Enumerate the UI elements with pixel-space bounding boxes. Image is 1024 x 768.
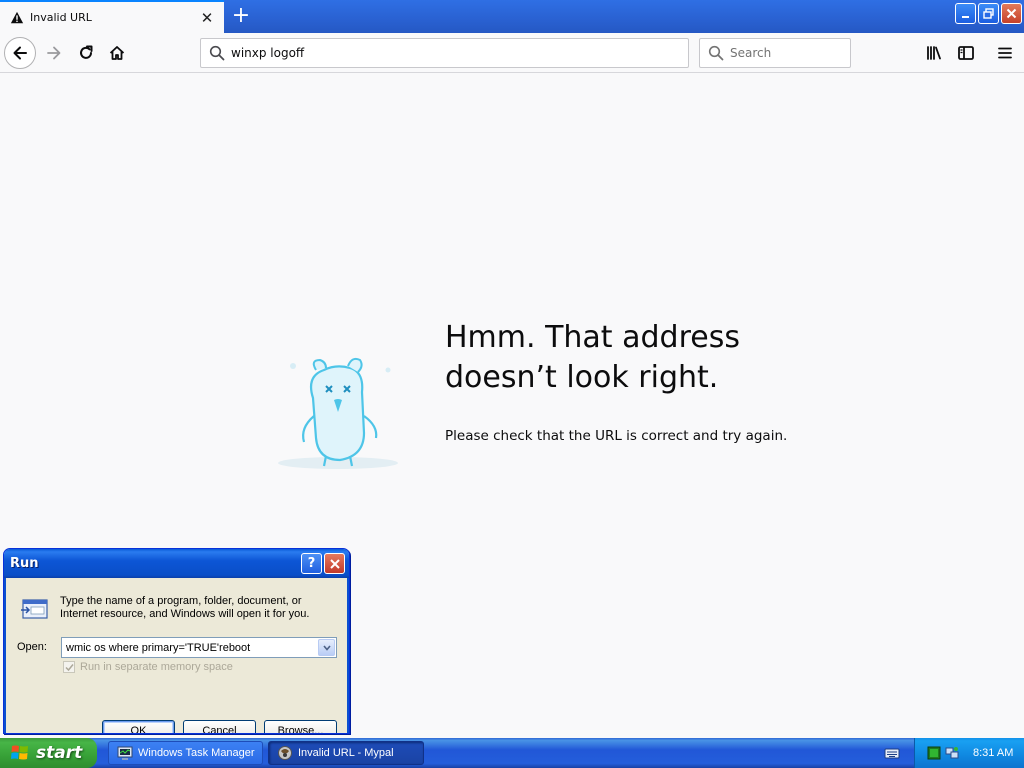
back-button[interactable] bbox=[4, 37, 36, 69]
menu-button[interactable] bbox=[989, 37, 1021, 69]
task-manager-icon bbox=[117, 746, 133, 760]
green-status-icon[interactable] bbox=[927, 746, 941, 760]
cancel-button[interactable]: Cancel bbox=[183, 720, 256, 733]
taskbar-button-label: Invalid URL - Mypal bbox=[298, 747, 394, 759]
checkmark-icon bbox=[64, 663, 74, 671]
new-tab-button[interactable]: + bbox=[229, 4, 253, 28]
home-icon bbox=[109, 46, 125, 60]
restore-icon bbox=[983, 8, 994, 19]
windows-flag-icon bbox=[11, 745, 28, 760]
restore-button[interactable] bbox=[978, 3, 999, 24]
search-icon bbox=[209, 45, 225, 61]
help-button[interactable]: ? bbox=[301, 553, 322, 574]
sidebar-icon bbox=[958, 46, 974, 60]
start-button[interactable]: start bbox=[0, 738, 97, 768]
error-title: Hmm. That address doesn’t look right. bbox=[445, 318, 865, 398]
close-tab-icon[interactable]: ✕ bbox=[198, 9, 216, 27]
run-dialog-titlebar[interactable]: Run ? bbox=[4, 549, 349, 578]
forward-arrow-icon bbox=[47, 46, 61, 60]
keyboard-icon[interactable] bbox=[884, 745, 900, 761]
error-title-line1: Hmm. That address bbox=[445, 320, 740, 355]
minimize-icon bbox=[961, 15, 969, 18]
system-tray: 8:31 AM bbox=[914, 738, 1024, 768]
run-dialog-body: Type the name of a program, folder, docu… bbox=[4, 578, 349, 733]
navigation-toolbar: winxp logoff Search bbox=[0, 33, 1024, 73]
taskbar-button-task-manager[interactable]: Windows Task Manager bbox=[108, 741, 263, 765]
tab-title: Invalid URL bbox=[30, 11, 92, 24]
open-label: Open: bbox=[17, 641, 47, 653]
library-button[interactable] bbox=[918, 37, 950, 69]
tab-strip: Invalid URL ✕ + bbox=[0, 0, 1024, 33]
start-label: start bbox=[36, 743, 83, 763]
browse-button[interactable]: Browse... bbox=[264, 720, 337, 733]
sidebar-button[interactable] bbox=[950, 37, 982, 69]
error-description: Please check that the URL is correct and… bbox=[445, 428, 788, 444]
address-text: winxp logoff bbox=[231, 46, 305, 60]
mypal-icon bbox=[278, 746, 292, 760]
network-icon[interactable] bbox=[945, 746, 959, 760]
separate-memory-checkbox[interactable]: Run in separate memory space bbox=[63, 661, 233, 673]
run-close-button[interactable] bbox=[324, 553, 345, 574]
reload-button[interactable] bbox=[70, 37, 102, 69]
search-placeholder: Search bbox=[730, 46, 772, 60]
reload-icon bbox=[80, 45, 93, 59]
address-bar[interactable]: winxp logoff bbox=[200, 38, 689, 68]
hamburger-menu-icon bbox=[998, 47, 1012, 59]
dropdown-button[interactable] bbox=[318, 639, 335, 656]
close-icon bbox=[1006, 8, 1017, 19]
browser-tab[interactable]: Invalid URL ✕ bbox=[0, 0, 224, 33]
library-icon bbox=[927, 46, 941, 60]
help-icon: ? bbox=[307, 556, 316, 571]
search-icon bbox=[708, 45, 724, 61]
taskbar-button-label: Windows Task Manager bbox=[138, 747, 255, 759]
forward-button[interactable] bbox=[38, 37, 70, 69]
error-illustration bbox=[278, 357, 398, 469]
clock[interactable]: 8:31 AM bbox=[973, 747, 1013, 759]
open-combobox[interactable]: wmic os where primary='TRUE'reboot bbox=[61, 637, 337, 658]
run-description: Type the name of a program, folder, docu… bbox=[60, 595, 310, 620]
back-arrow-icon bbox=[13, 46, 27, 60]
run-dialog: Run ? Type the name of a program, folder… bbox=[3, 548, 350, 734]
minimize-button[interactable] bbox=[955, 3, 976, 24]
error-title-line2: doesn’t look right. bbox=[445, 360, 719, 395]
taskbar-button-mypal[interactable]: Invalid URL - Mypal bbox=[268, 741, 424, 765]
search-input[interactable]: Search bbox=[699, 38, 851, 68]
open-input[interactable]: wmic os where primary='TRUE'reboot bbox=[62, 642, 318, 654]
run-dialog-title: Run bbox=[10, 556, 39, 571]
checkbox-label: Run in separate memory space bbox=[80, 661, 233, 673]
taskbar: start Windows Task Manager Invalid URL -… bbox=[0, 738, 1024, 768]
close-window-button[interactable] bbox=[1001, 3, 1022, 24]
checkbox-box[interactable] bbox=[63, 661, 75, 673]
warning-icon bbox=[10, 11, 24, 23]
close-icon bbox=[329, 558, 340, 569]
chevron-down-icon bbox=[322, 644, 331, 651]
ok-button[interactable]: OK bbox=[102, 720, 175, 733]
run-program-icon bbox=[21, 599, 48, 619]
home-button[interactable] bbox=[101, 37, 133, 69]
window-controls bbox=[955, 3, 1022, 24]
